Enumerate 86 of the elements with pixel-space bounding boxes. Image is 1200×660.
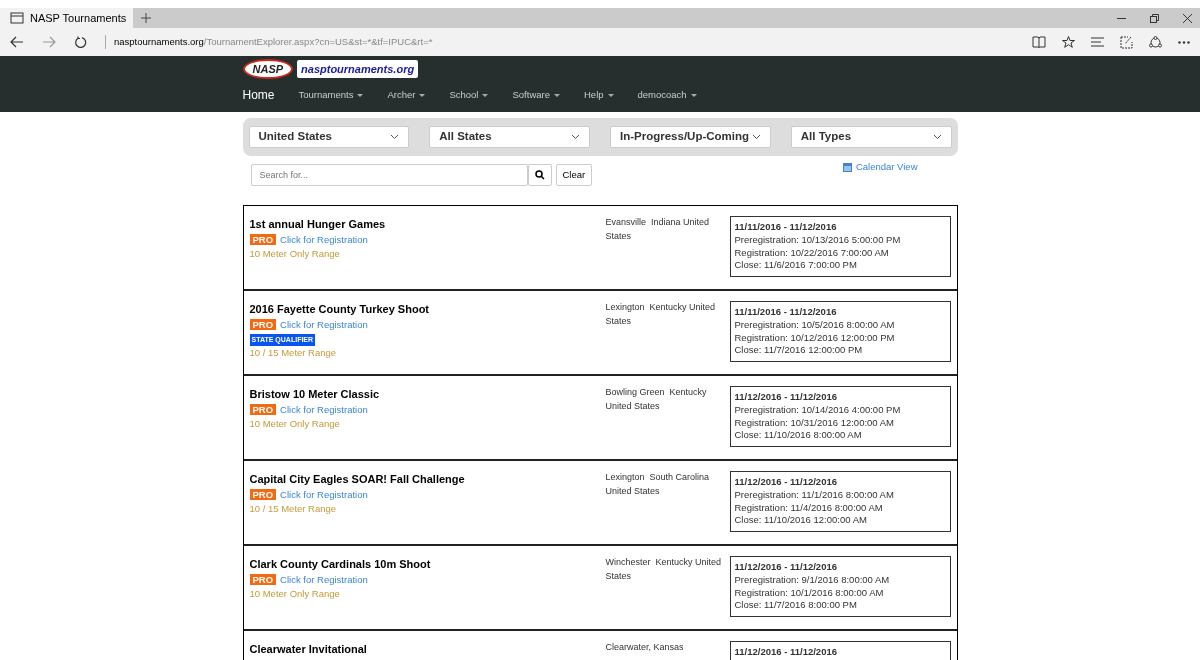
- filter-dropdown[interactable]: All States: [429, 126, 590, 148]
- new-tab-icon[interactable]: [141, 13, 151, 23]
- date-range: 11/12/2016 - 11/12/2016: [734, 646, 838, 659]
- date-range: 11/12/2016 - 11/12/2016: [734, 476, 838, 489]
- menu-icon[interactable]: [1091, 37, 1104, 47]
- registration-link[interactable]: Click for Registration: [280, 573, 368, 585]
- share-icon[interactable]: [1149, 36, 1162, 48]
- nav-link[interactable]: Tournaments: [298, 87, 364, 103]
- date-text: Close: 11/10/2016 12:00:00 AM: [734, 514, 868, 528]
- clear-button[interactable]: Clear: [555, 164, 593, 186]
- page-icon: [10, 11, 24, 25]
- tournament-name: 2016 Fayette County Turkey Shoot: [249, 302, 429, 317]
- location-text: Lexington South Carolina United States: [605, 471, 711, 498]
- forward-icon[interactable]: [42, 36, 56, 48]
- search-button[interactable]: [527, 164, 552, 186]
- chevron-down-icon: [751, 134, 761, 141]
- refresh-icon[interactable]: [74, 35, 87, 49]
- nav-link[interactable]: Archer: [387, 87, 426, 103]
- back-icon[interactable]: [10, 36, 24, 48]
- close-icon[interactable]: [1183, 13, 1192, 23]
- date-range: 11/11/2016 - 11/12/2016: [734, 221, 838, 234]
- tournament-name: 1st annual Hunger Games: [249, 217, 386, 232]
- more-icon[interactable]: [1178, 40, 1190, 44]
- registration-link[interactable]: Click for Registration: [280, 233, 368, 245]
- location-text: Bowling Green Kentucky United States: [605, 386, 708, 413]
- registration-link[interactable]: Click for Registration: [280, 318, 368, 330]
- registration-link[interactable]: Click for Registration: [280, 403, 368, 415]
- date-text: Preregistration: 10/14/2016 4:00:00 PM: [734, 403, 902, 417]
- pen-icon[interactable]: [1120, 35, 1133, 49]
- date-text: Close: 11/10/2016 8:00:00 AM: [734, 429, 863, 443]
- restore-icon[interactable]: [1150, 13, 1159, 23]
- pro-badge: PRO: [249, 233, 277, 245]
- date-text: Registration: 11/4/2016 8:00:00 AM: [734, 501, 884, 515]
- tournament-name: Clearwater Invitational: [249, 642, 367, 657]
- logo[interactable]: NASP: [242, 58, 294, 80]
- address-field[interactable]: nasptournaments.org/TournamentExplorer.aspx?cn=US&st=*&tf=IPUC&rt=*: [105, 34, 433, 50]
- filter-dropdown[interactable]: All Types: [790, 126, 952, 148]
- range-text: 10 Meter Only Range: [249, 246, 341, 261]
- date-text: Registration: 10/22/2016 7:00:00 AM: [734, 246, 890, 260]
- date-text: Registration: 10/1/2016 8:00:00 AM: [734, 586, 885, 600]
- registration-link[interactable]: Click for Registration: [280, 488, 368, 500]
- tournament-name: Bristow 10 Meter Classic: [249, 387, 380, 402]
- tournament-name: Clark County Cardinals 10m Shoot: [249, 557, 431, 572]
- date-text: Close: 11/7/2016 12:00:00 PM: [734, 344, 864, 358]
- calendar-link[interactable]: Calendar View: [855, 159, 918, 175]
- nav-link[interactable]: School: [449, 87, 489, 103]
- minimize-icon[interactable]: [1117, 17, 1126, 19]
- date-text: Preregistration: 9/1/2016 8:00:00 AM: [734, 573, 891, 587]
- calendar-icon: [842, 162, 852, 172]
- date-range: 11/12/2016 - 11/12/2016: [734, 561, 838, 574]
- nav-link[interactable]: Help: [584, 87, 614, 103]
- pro-badge: PRO: [249, 403, 277, 415]
- date-text: Preregistration: 10/13/2016 5:00:00 PM: [734, 233, 902, 247]
- star-icon[interactable]: [1062, 36, 1075, 48]
- chevron-down-icon: [932, 134, 942, 141]
- date-range: 11/11/2016 - 11/12/2016: [734, 306, 838, 319]
- date-text: Preregistration: 11/1/2016 8:00:00 AM: [734, 488, 895, 502]
- nav-link[interactable]: democoach: [637, 87, 697, 103]
- search-icon: [534, 170, 545, 180]
- site-name[interactable]: nasptournaments.org: [297, 59, 419, 79]
- pro-badge: PRO: [249, 318, 277, 330]
- tournament-name: Capital City Eagles SOAR! Fall Challenge: [249, 472, 465, 487]
- range-text: 10 Meter Only Range: [249, 416, 341, 431]
- range-text: 10 Meter Only Range: [249, 586, 341, 601]
- chevron-down-icon: [390, 134, 400, 141]
- filter-dropdown[interactable]: In-Progress/Up-Coming: [610, 126, 771, 148]
- date-range: 11/12/2016 - 11/12/2016: [734, 391, 838, 404]
- nav-link[interactable]: Software: [512, 87, 560, 103]
- date-text: Preregistration: 10/5/2016 8:00:00 AM: [734, 318, 896, 332]
- date-text: Close: 11/6/2016 7:00:00 PM: [734, 259, 858, 273]
- pro-badge: PRO: [249, 488, 277, 500]
- location-text: Winchester Kentucky United States: [605, 556, 723, 583]
- book-icon[interactable]: [1032, 36, 1046, 48]
- date-text: Registration: 10/12/2016 12:00:00 PM: [734, 331, 896, 345]
- chevron-down-icon: [571, 134, 580, 141]
- date-text: Close: 11/7/2016 8:00:00 PM: [734, 599, 858, 613]
- location-text: Evansville Indiana United States: [605, 216, 711, 243]
- range-text: 10 / 15 Meter Range: [249, 501, 338, 516]
- location-text: Lexington Kentucky United States: [605, 301, 717, 328]
- search-field[interactable]: Search for...: [250, 164, 528, 186]
- filter-dropdown[interactable]: United States: [248, 126, 410, 148]
- nav-link[interactable]: Home: [242, 86, 275, 104]
- range-text: 10 / 15 Meter Range: [249, 346, 338, 361]
- location-text: Clearwater, Kansas: [605, 641, 685, 654]
- pro-badge: PRO: [249, 573, 277, 585]
- date-text: Registration: 10/31/2016 12:00:00 AM: [734, 416, 895, 430]
